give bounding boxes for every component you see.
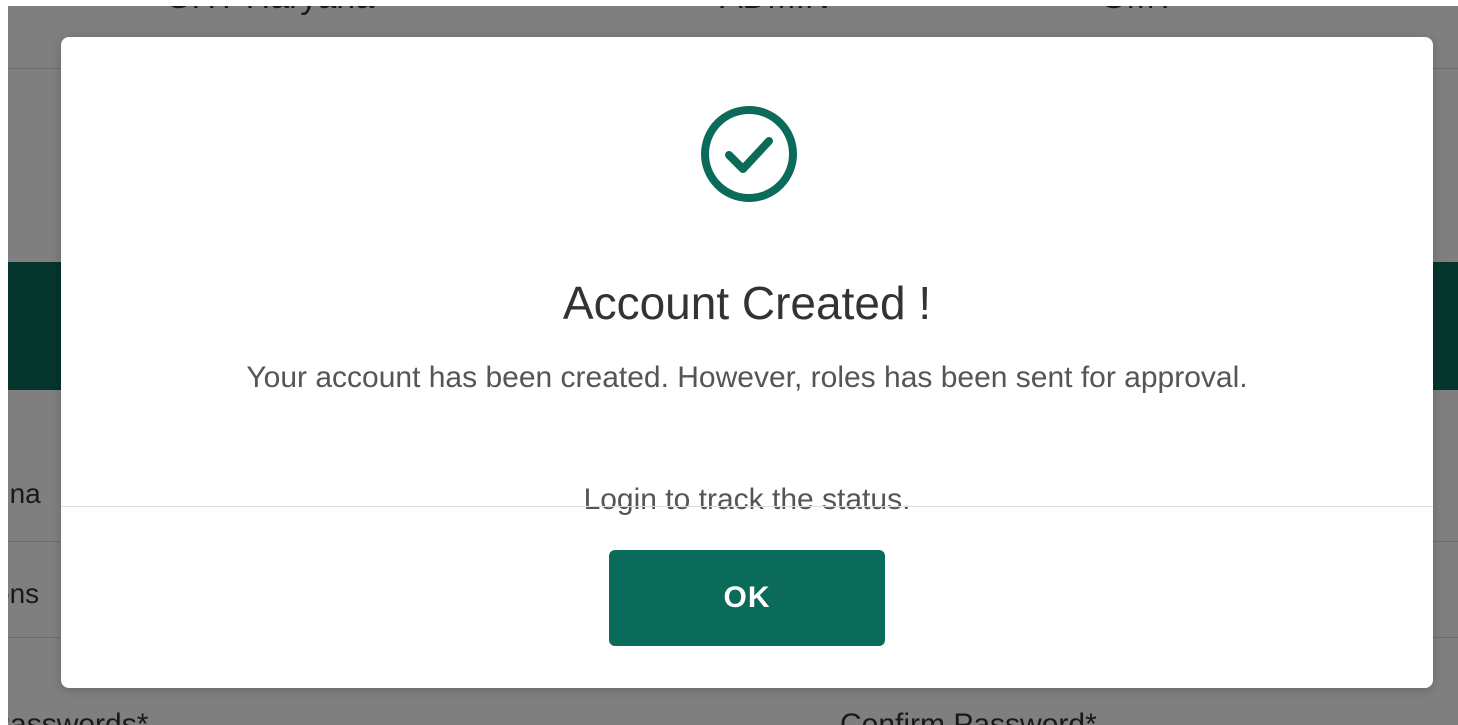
dialog-message: Your account has been created. However, … — [246, 361, 1248, 394]
account-created-dialog: Account Created ! Your account has been … — [61, 37, 1433, 688]
check-circle-icon — [697, 102, 801, 206]
dialog-sub-message: Login to track the status. — [583, 483, 911, 516]
screenshot-border-left — [0, 0, 8, 725]
screenshot-border-top — [0, 0, 1458, 6]
dialog-title: Account Created ! — [562, 277, 932, 329]
dialog-divider — [61, 506, 1433, 507]
ok-button[interactable]: OK — [609, 550, 885, 646]
